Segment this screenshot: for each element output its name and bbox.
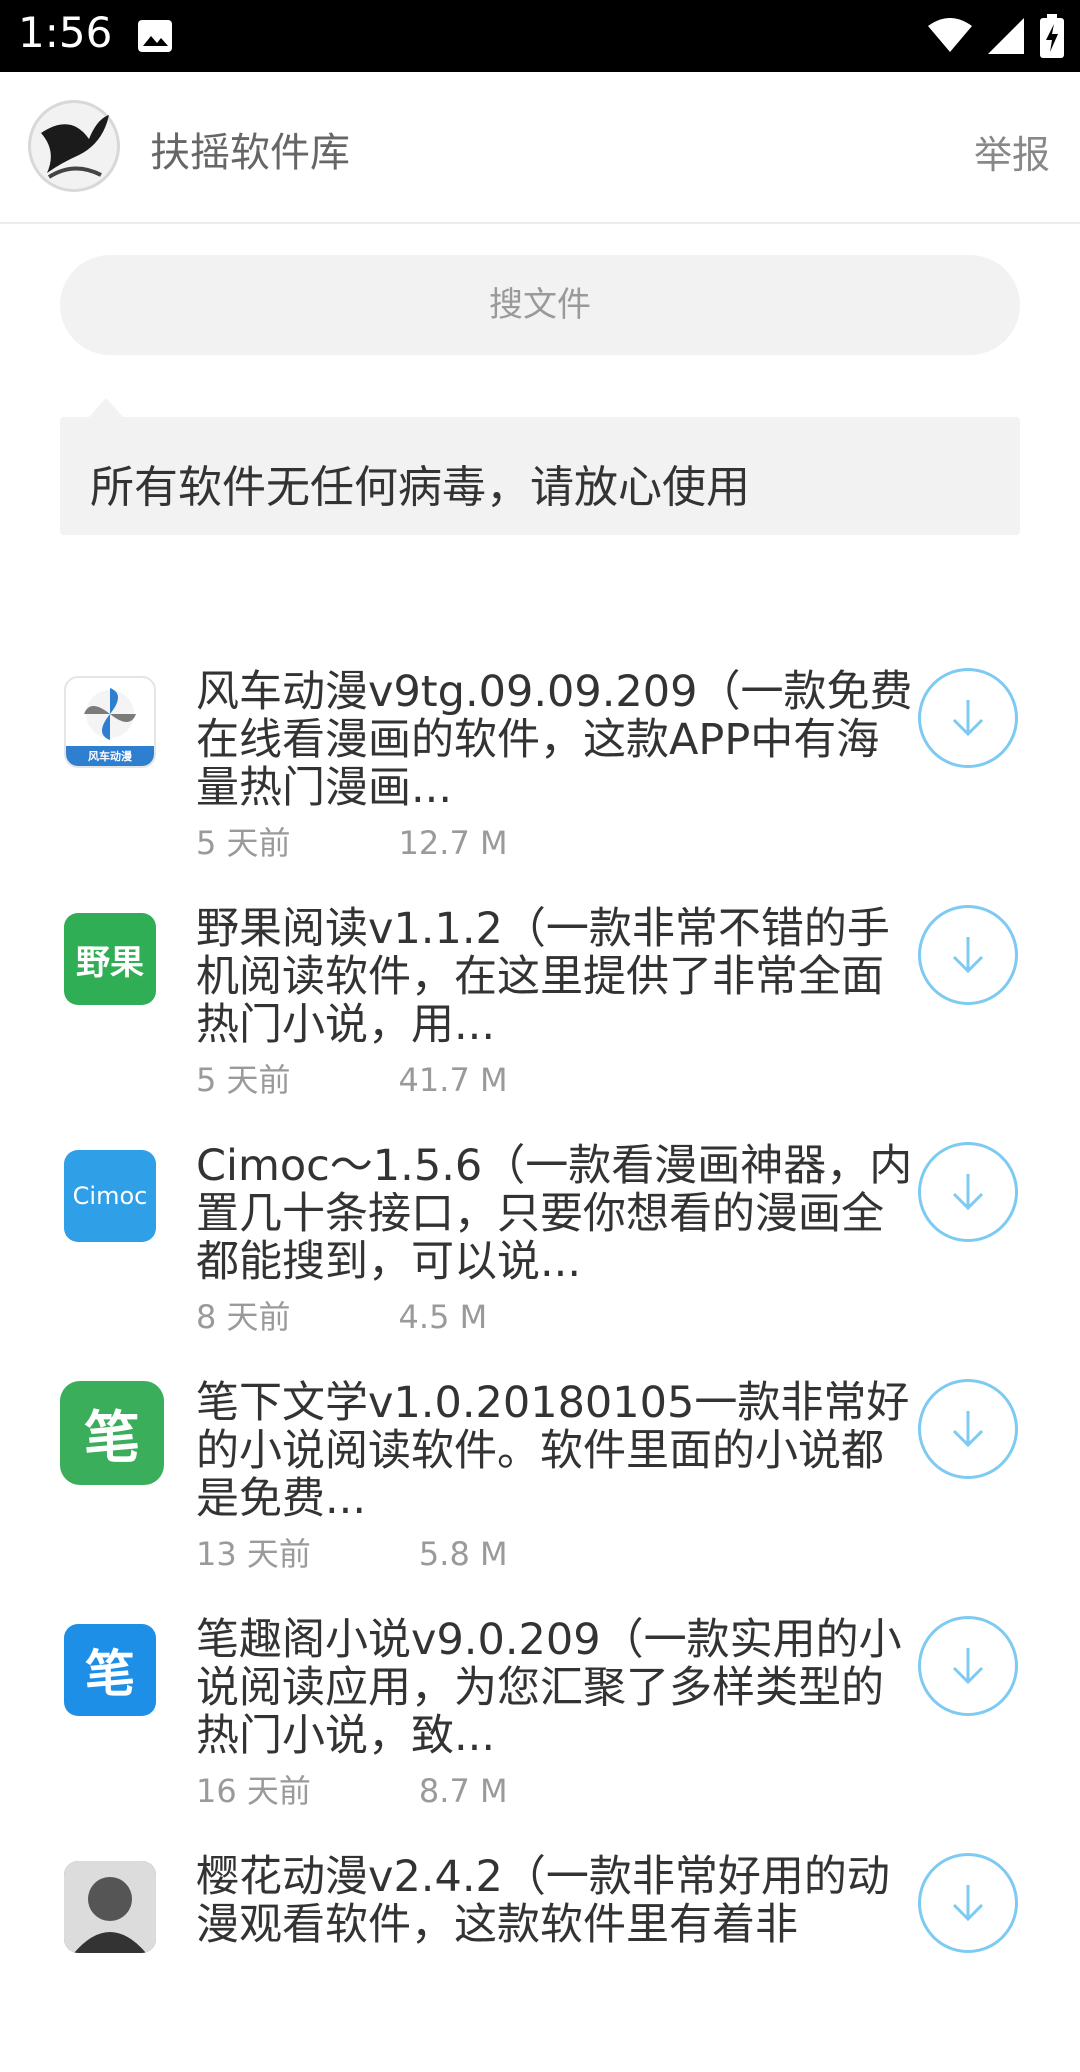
download-arrow-icon [952, 937, 984, 974]
notice-pointer [88, 398, 124, 418]
app-meta: 5 天前 12.7 M [196, 818, 508, 864]
signal-icon [988, 18, 1024, 54]
download-button[interactable] [918, 668, 1018, 768]
download-button[interactable] [918, 1379, 1018, 1479]
app-meta: 16 天前 8.7 M [196, 1766, 508, 1812]
status-bar: 1:56 [0, 0, 1080, 72]
report-link[interactable]: 举报 [974, 124, 1050, 179]
download-arrow-icon [952, 1174, 984, 1211]
status-time: 1:56 [18, 8, 113, 57]
app-header: 扶摇软件库 举报 [0, 72, 1080, 224]
download-arrow-icon [952, 700, 984, 737]
eagle-logo-icon [41, 115, 109, 179]
icon-text: 笔 [85, 1645, 135, 1703]
site-title: 扶摇软件库 [150, 130, 350, 176]
app-size: 12.7 M [398, 824, 508, 862]
site-logo [28, 100, 120, 192]
app-time: 8 天前 [196, 1298, 291, 1336]
image-notification-icon [138, 20, 172, 52]
app-icon: Cimoc [64, 1150, 156, 1242]
app-time: 5 天前 [196, 1061, 291, 1099]
download-arrow-icon [952, 1885, 984, 1922]
download-arrow-icon [952, 1411, 984, 1448]
status-icons [928, 14, 1064, 58]
app-icon: 笔 [60, 1381, 164, 1485]
list-item[interactable]: 野果 野果阅读v1.1.2（一款非常不错的手机阅读软件，在这里提供了非常全面热门… [0, 887, 1080, 1124]
app-size: 5.8 M [418, 1535, 508, 1573]
app-icon: 风车动漫 [64, 676, 156, 768]
list-item[interactable]: 风车动漫 风车动漫v9tg.09.09.209（一款免费在线看漫画的软件，这款A… [0, 650, 1080, 887]
app-title[interactable]: Cimoc～1.5.6（一款看漫画神器，内置几十条接口，只要你想看的漫画全都能搜… [196, 1142, 916, 1286]
app-meta: 13 天前 5.8 M [196, 1529, 508, 1575]
notice-text: 所有软件无任何病毒，请放心使用 [90, 462, 750, 513]
list-item[interactable]: 笔 笔下文学v1.0.20180105一款非常好的小说阅读软件。软件里面的小说都… [0, 1361, 1080, 1598]
download-button[interactable] [918, 1853, 1018, 1953]
list-item[interactable]: 樱花动漫v2.4.2（一款非常好用的动漫观看软件，这款软件里有着非 [0, 1835, 1080, 2072]
pinwheel-icon: 风车动漫 [66, 688, 154, 766]
app-meta: 8 天前 4.5 M [196, 1292, 487, 1338]
app-title[interactable]: 风车动漫v9tg.09.09.209（一款免费在线看漫画的软件，这款APP中有海… [196, 668, 916, 812]
download-arrow-icon [952, 1648, 984, 1685]
app-title[interactable]: 笔趣阁小说v9.0.209（一款实用的小说阅读应用，为您汇聚了多样类型的热门小说… [196, 1616, 916, 1760]
icon-text: Cimoc [72, 1182, 148, 1210]
app-size: 8.7 M [418, 1772, 508, 1810]
app-icon: 野果 [64, 913, 156, 1005]
search-input[interactable]: 搜文件 [60, 255, 1020, 355]
icon-text: 风车动漫 [88, 749, 133, 763]
download-button[interactable] [918, 905, 1018, 1005]
app-time: 16 天前 [196, 1772, 311, 1810]
download-button[interactable] [918, 1616, 1018, 1716]
anime-avatar-icon [64, 1861, 156, 1953]
notice-banner: 所有软件无任何病毒，请放心使用 [60, 417, 1020, 535]
app-time: 5 天前 [196, 824, 291, 862]
download-button[interactable] [918, 1142, 1018, 1242]
app-title[interactable]: 野果阅读v1.1.2（一款非常不错的手机阅读软件，在这里提供了非常全面热门小说，… [196, 905, 916, 1049]
app-size: 4.5 M [398, 1298, 488, 1336]
app-meta: 5 天前 41.7 M [196, 1055, 508, 1101]
app-icon: 笔 [64, 1624, 156, 1716]
app-time: 13 天前 [196, 1535, 311, 1573]
app-title[interactable]: 笔下文学v1.0.20180105一款非常好的小说阅读软件。软件里面的小说都是免… [196, 1379, 916, 1523]
list-item[interactable]: 笔 笔趣阁小说v9.0.209（一款实用的小说阅读应用，为您汇聚了多样类型的热门… [0, 1598, 1080, 1835]
app-title[interactable]: 樱花动漫v2.4.2（一款非常好用的动漫观看软件，这款软件里有着非 [196, 1853, 916, 1997]
icon-text: 野果 [76, 942, 144, 983]
battery-charging-icon [1040, 14, 1064, 58]
list-item[interactable]: Cimoc Cimoc～1.5.6（一款看漫画神器，内置几十条接口，只要你想看的… [0, 1124, 1080, 1361]
app-icon [64, 1861, 156, 1953]
icon-text: 笔 [84, 1405, 140, 1471]
app-size: 41.7 M [398, 1061, 508, 1099]
wifi-icon [928, 18, 972, 52]
